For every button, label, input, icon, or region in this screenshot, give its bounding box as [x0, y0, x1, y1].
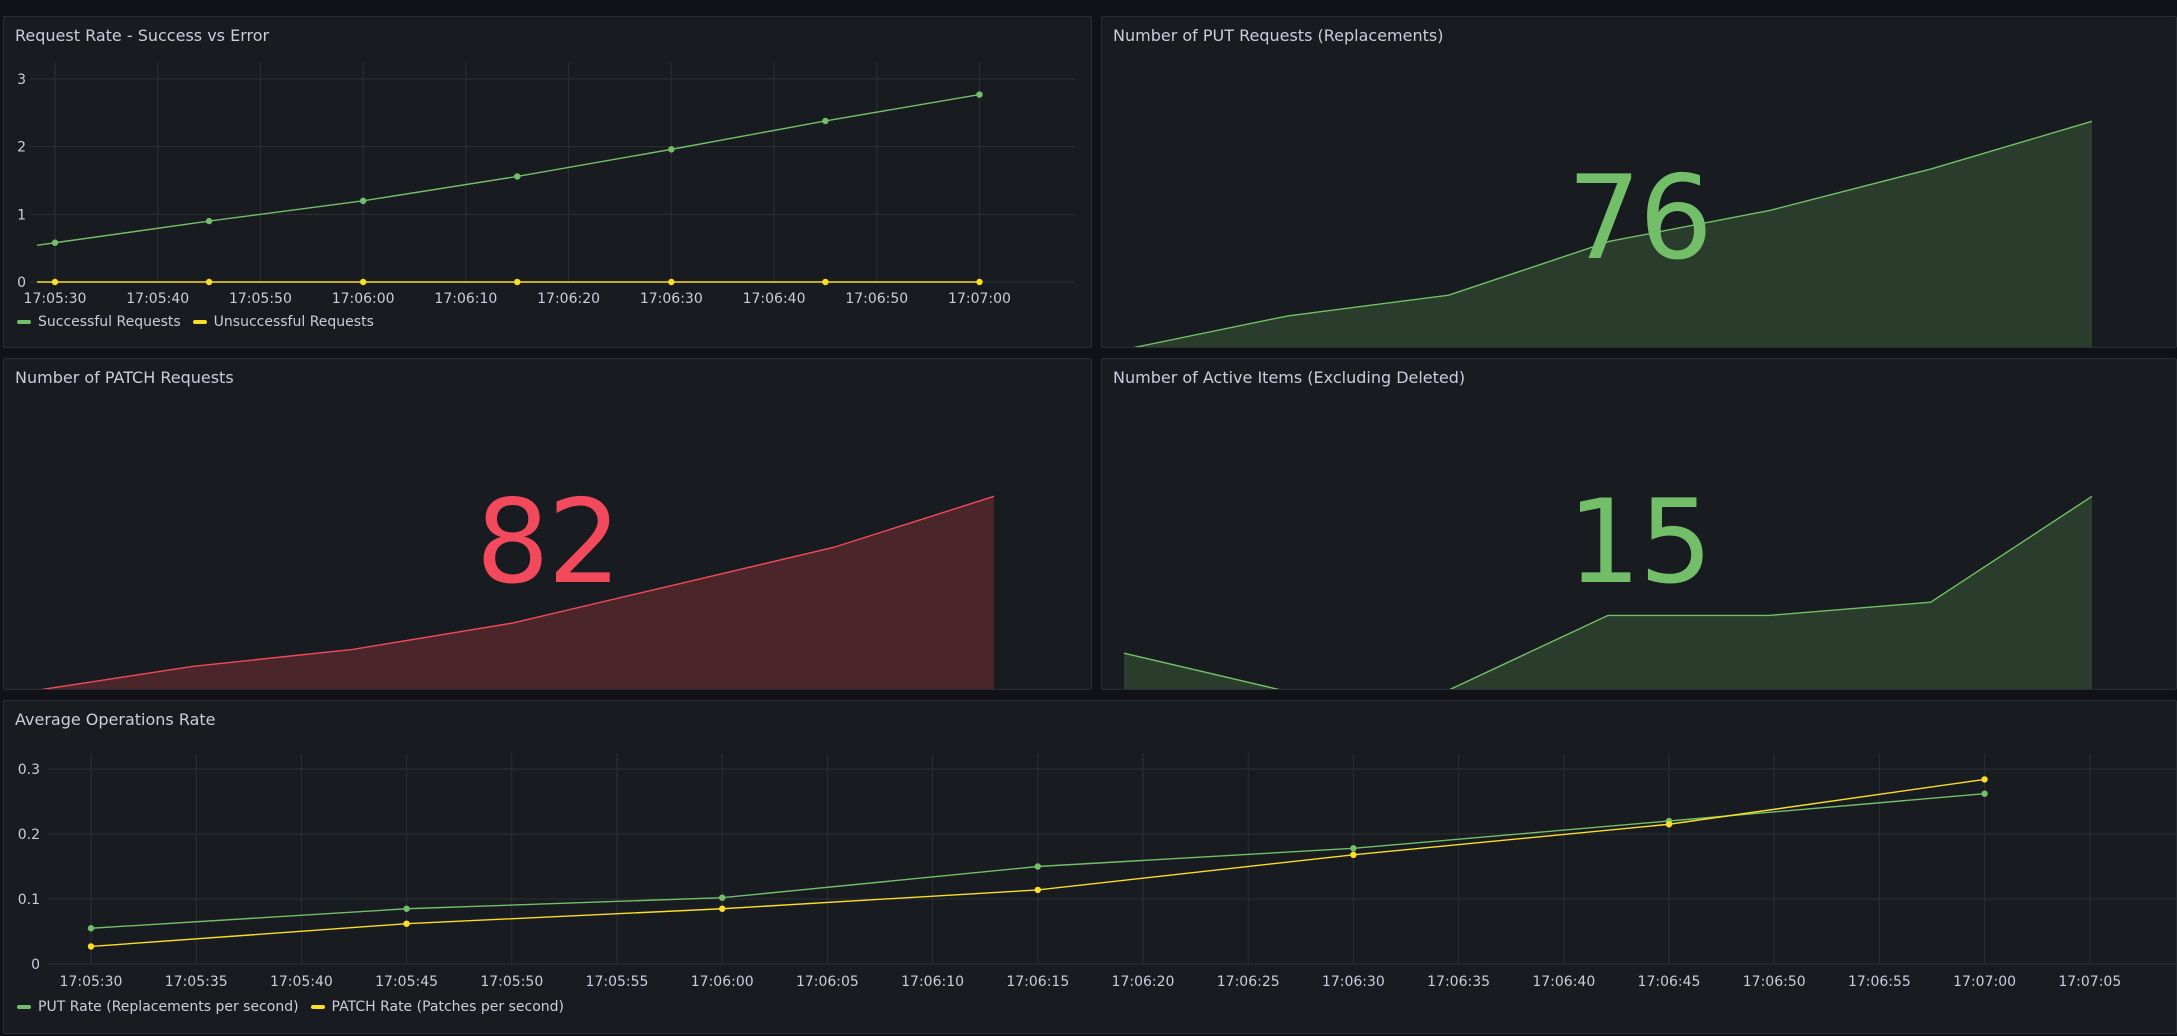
panel-active-items[interactable]: Number of Active Items (Excluding Delete… — [1101, 358, 2177, 690]
legend-swatch — [17, 1005, 31, 1009]
data-point — [205, 278, 213, 286]
panel-patch-requests[interactable]: Number of PATCH Requests 82 — [3, 358, 1092, 690]
x-tick-label: 17:06:25 — [1217, 974, 1280, 990]
sparkline-area — [45, 496, 994, 689]
legend-label: PUT Rate (Replacements per second) — [38, 999, 299, 1015]
legend-item-successful[interactable]: Successful Requests — [17, 314, 181, 330]
data-point — [976, 91, 983, 98]
y-tick-label: 0 — [31, 957, 40, 973]
legend-item-put-rate[interactable]: PUT Rate (Replacements per second) — [17, 999, 299, 1015]
x-tick-label: 17:06:10 — [901, 974, 964, 990]
y-tick-label: 2 — [17, 140, 26, 156]
data-point — [205, 217, 213, 225]
x-tick-label: 17:06:35 — [1427, 974, 1490, 990]
x-tick-label: 17:05:40 — [126, 291, 189, 307]
x-tick-label: 17:06:40 — [1532, 974, 1595, 990]
x-tick-label: 17:05:50 — [229, 291, 292, 307]
x-tick-label: 17:06:20 — [1112, 974, 1175, 990]
data-point — [668, 278, 675, 286]
data-point — [1034, 863, 1042, 870]
legend: PUT Rate (Replacements per second) PATCH… — [17, 999, 564, 1015]
x-tick-label: 17:05:35 — [165, 974, 228, 990]
x-tick-label: 17:05:45 — [375, 974, 438, 990]
data-point — [403, 920, 410, 927]
x-tick-label: 17:06:10 — [434, 291, 497, 307]
x-tick-label: 17:07:00 — [1953, 974, 2016, 990]
y-tick-label: 1 — [17, 207, 26, 223]
legend-swatch — [192, 320, 207, 324]
x-tick-label: 17:07:00 — [948, 291, 1011, 307]
x-tick-label: 17:06:50 — [1743, 974, 1806, 990]
x-tick-label: 17:05:40 — [270, 974, 333, 990]
x-tick-label: 17:07:05 — [2058, 974, 2121, 990]
legend: Successful Requests Unsuccessful Request… — [17, 314, 374, 330]
x-tick-label: 17:06:40 — [743, 291, 806, 307]
data-point — [1981, 776, 1988, 783]
y-tick-label: 0.2 — [18, 827, 40, 843]
data-point — [822, 117, 829, 125]
x-tick-label: 17:06:45 — [1638, 974, 1701, 990]
data-point — [668, 146, 675, 153]
legend-label: Unsuccessful Requests — [213, 314, 374, 330]
data-point — [1350, 845, 1357, 852]
x-tick-label: 17:06:30 — [1322, 974, 1385, 990]
x-tick-label: 17:06:15 — [1006, 974, 1069, 990]
data-point — [514, 173, 521, 180]
active-items-sparkline — [1123, 495, 2093, 689]
data-point — [719, 894, 726, 901]
data-point — [403, 905, 410, 912]
data-point — [1981, 790, 1988, 797]
data-point — [976, 278, 983, 286]
x-tick-label: 17:05:50 — [480, 974, 543, 990]
sparkline-area — [1136, 121, 2092, 347]
y-tick-label: 0 — [17, 275, 26, 291]
data-point — [514, 278, 521, 286]
x-tick-label: 17:06:30 — [640, 291, 703, 307]
y-tick-label: 0.3 — [18, 762, 40, 778]
data-point — [87, 943, 95, 950]
avg-ops-chart: 0 0.1 0.2 0.3 17:05:30 17:05:35 17:05:40 17:05:… — [18, 753, 2176, 990]
legend-item-patch-rate[interactable]: PATCH Rate (Patches per second) — [310, 999, 564, 1015]
x-tick-label: 17:06:20 — [537, 291, 600, 307]
data-point — [87, 925, 95, 932]
legend-label: Successful Requests — [38, 314, 181, 330]
panel-avg-operations[interactable]: Average Operations Rate 0 0.1 0.2 0.3 17:05:… — [3, 700, 2177, 1034]
x-tick-label: 17:06:50 — [845, 291, 908, 307]
x-tick-label: 17:06:05 — [796, 974, 859, 990]
series-line-primary — [36, 93, 980, 246]
data-point — [1665, 821, 1673, 828]
request-rate-chart: 0 1 2 3 17:05:30 17:05:40 17:05:50 17:06:00 17:0… — [17, 63, 1075, 307]
x-tick-label: 17:06:00 — [691, 974, 754, 990]
patch-sparkline — [40, 495, 995, 689]
data-point — [359, 278, 367, 286]
legend-swatch — [17, 320, 31, 324]
data-point — [719, 905, 726, 912]
legend-swatch — [310, 1005, 325, 1009]
legend-item-unsuccessful[interactable]: Unsuccessful Requests — [192, 314, 374, 330]
x-tick-label: 17:05:30 — [24, 291, 87, 307]
data-point — [51, 278, 59, 286]
y-tick-label: 0.1 — [18, 892, 40, 908]
sparkline-area — [1124, 496, 2092, 689]
data-point — [359, 197, 367, 204]
x-tick-label: 17:06:55 — [1848, 974, 1911, 990]
data-point — [51, 239, 59, 246]
legend-label: PATCH Rate (Patches per second) — [331, 999, 564, 1015]
put-sparkline — [1133, 120, 2093, 347]
data-point — [1034, 886, 1042, 894]
panel-request-rate[interactable]: Request Rate - Success vs Error 0 1 2 3 17:0… — [3, 16, 1092, 348]
x-tick-label: 17:06:00 — [332, 291, 395, 307]
x-tick-label: 17:05:30 — [60, 974, 123, 990]
y-tick-label: 3 — [17, 72, 26, 88]
x-tick-label: 17:05:55 — [586, 974, 649, 990]
panel-put-requests[interactable]: Number of PUT Requests (Replacements) 76 — [1101, 16, 2177, 348]
data-point — [822, 278, 829, 286]
data-point — [1350, 851, 1357, 858]
